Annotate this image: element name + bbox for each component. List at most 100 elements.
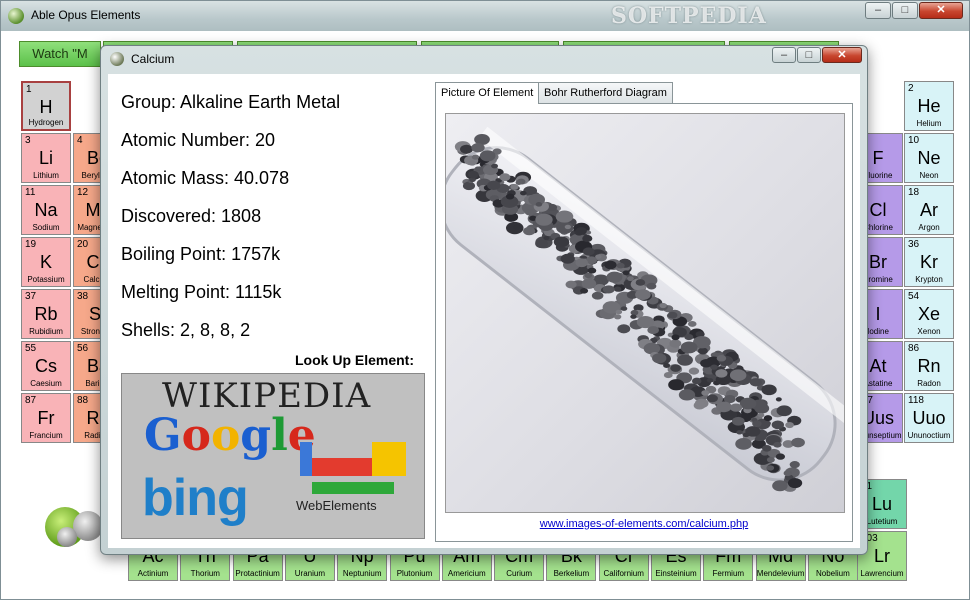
element-number: 19 [25, 239, 37, 250]
calcium-granule [617, 324, 631, 334]
calcium-granule [646, 282, 657, 290]
element-photo [445, 113, 845, 513]
element-number: 3 [25, 135, 31, 146]
calcium-granule [620, 306, 628, 311]
calcium-granule [757, 412, 765, 418]
element-cell-argon[interactable]: 18 Ar Argon [904, 185, 954, 235]
calcium-granule [616, 262, 625, 269]
maximize-button[interactable]: □ [892, 2, 918, 19]
element-symbol: Rb [34, 304, 58, 324]
element-cell-hydrogen[interactable]: 1 H Hydrogen [21, 81, 71, 131]
calcium-granule [663, 372, 673, 379]
webelements-icon[interactable] [298, 436, 408, 498]
element-name: Argon [918, 223, 940, 232]
element-name: Lawrencium [860, 569, 904, 578]
calcium-granule [595, 254, 602, 259]
calcium-granule [556, 221, 574, 234]
element-name: Protactinium [235, 569, 280, 578]
calcium-granule [622, 270, 630, 276]
element-symbol: Xe [917, 304, 941, 324]
bing-link[interactable]: bing [142, 468, 249, 528]
calcium-granule [670, 364, 682, 372]
element-number: 118 [908, 395, 924, 406]
element-name: Fermium [712, 569, 745, 578]
minimize-icon: – [780, 49, 788, 61]
close-button[interactable]: ✕ [919, 2, 963, 19]
calcium-granule [591, 291, 604, 300]
dialog-minimize-button[interactable]: – [772, 47, 796, 63]
lookup-label: Look Up Element: [295, 352, 415, 368]
calcium-granule [565, 280, 577, 289]
calcium-granule [575, 258, 588, 268]
element-symbol: Cs [35, 356, 57, 376]
calcium-granule [520, 190, 527, 196]
calcium-granule [647, 326, 659, 335]
calcium-granule [668, 379, 685, 391]
element-cell-ununoctium[interactable]: 118 Uuo Ununoctium [904, 393, 954, 443]
calcium-granule [715, 369, 728, 378]
element-cell-radon[interactable]: 86 Rn Radon [904, 341, 954, 391]
element-symbol: Rn [917, 356, 941, 376]
dialog-close-button[interactable]: ✕ [822, 47, 862, 63]
element-number: 56 [77, 343, 89, 354]
tab-picture-of-element[interactable]: Picture Of Element [435, 82, 540, 104]
calcium-granule [627, 276, 634, 282]
lookup-panel: WIKIPEDIA Google bing WebElements [121, 373, 425, 539]
calcium-granule [772, 480, 788, 492]
calcium-granule [742, 432, 750, 438]
element-cell-sodium[interactable]: 11 Na Sodium [21, 185, 71, 235]
calcium-granule [584, 272, 592, 279]
calcium-granule [677, 354, 693, 366]
element-cell-helium[interactable]: 2 He Helium [904, 81, 954, 131]
window-title: Able Opus Elements [31, 8, 141, 22]
calcium-granule [582, 234, 593, 243]
calcium-granule [471, 142, 485, 153]
dialog-maximize-button[interactable]: □ [797, 47, 821, 63]
element-name: Einsteinium [655, 569, 697, 578]
element-cell-neon[interactable]: 10 Ne Neon [904, 133, 954, 183]
dialog-body: Group: Alkaline Earth Metal Atomic Numbe… [108, 74, 860, 548]
element-cell-rubidium[interactable]: 37 Rb Rubidium [21, 289, 71, 339]
google-link[interactable]: Google [144, 410, 316, 461]
element-cell-caesium[interactable]: 55 Cs Caesium [21, 341, 71, 391]
calcium-granule [535, 202, 543, 207]
element-symbol: K [39, 252, 52, 272]
element-cell-francium[interactable]: 87 Fr Francium [21, 393, 71, 443]
element-name: Neptunium [342, 569, 382, 578]
calcium-granule [701, 390, 710, 396]
element-name: Californium [603, 569, 644, 578]
photo-source-link[interactable]: www.images-of-elements.com/calcium.php [436, 518, 852, 530]
element-number: 12 [77, 187, 89, 198]
element-cell-krypton[interactable]: 36 Kr Krypton [904, 237, 954, 287]
element-number: 11 [25, 187, 36, 198]
tab-bohr-rutherford-diagram[interactable]: Bohr Rutherford Diagram [538, 82, 673, 103]
calcium-granule [491, 163, 499, 169]
calcium-granule [606, 271, 623, 283]
watch-button[interactable]: Watch "M [19, 41, 101, 67]
element-cell-lithium[interactable]: 3 Li Lithium [21, 133, 71, 183]
calcium-granule [635, 289, 651, 300]
calcium-granule [564, 224, 572, 230]
calcium-granule [691, 377, 702, 385]
element-symbol: Kr [920, 252, 938, 272]
element-symbol: Ne [917, 148, 941, 168]
element-cell-xenon[interactable]: 54 Xe Xenon [904, 289, 954, 339]
calcium-granule [706, 378, 714, 383]
dialog-title: Calcium [131, 52, 175, 66]
calcium-granule [731, 416, 745, 426]
webelements-link[interactable]: WebElements [296, 498, 377, 513]
element-symbol: Li [38, 148, 53, 168]
google-letter: l [271, 410, 288, 461]
calcium-granule [467, 170, 479, 179]
calcium-granule [775, 453, 785, 460]
app-icon [8, 8, 24, 24]
minimize-button[interactable]: – [865, 2, 891, 19]
element-cell-potassium[interactable]: 19 K Potassium [21, 237, 71, 287]
calcium-granule [652, 353, 667, 364]
element-number: 10 [908, 135, 920, 146]
close-icon: ✕ [837, 49, 847, 61]
calcium-granule [471, 154, 480, 160]
boiling-point-text: Boiling Point: 1757k [121, 244, 281, 264]
calcium-granule [581, 278, 597, 289]
calcium-granule [523, 226, 536, 236]
